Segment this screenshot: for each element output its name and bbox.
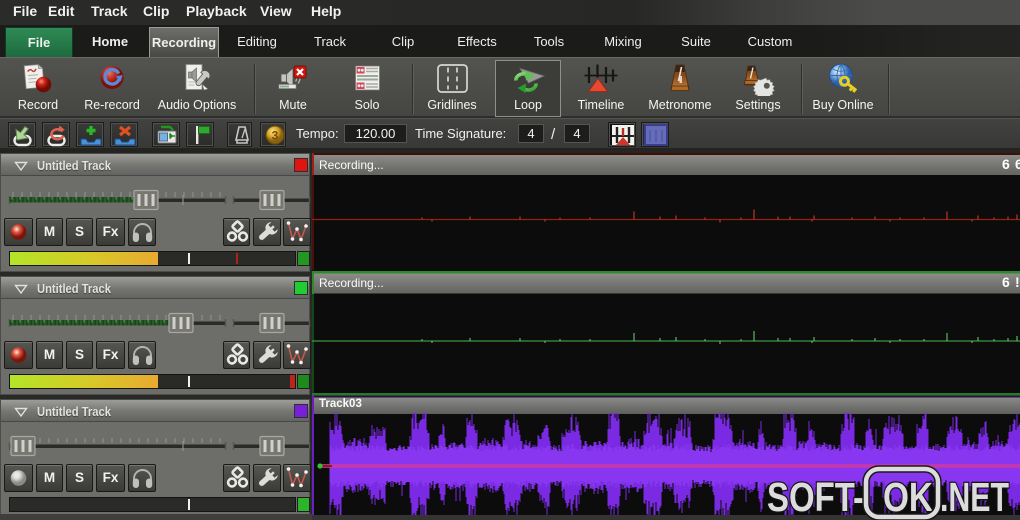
svg-text:SOFT-: SOFT- (767, 474, 864, 520)
svg-text:OK: OK (883, 474, 933, 520)
svg-text:.NET: .NET (940, 474, 1009, 520)
svg-text:3: 3 (272, 129, 279, 143)
